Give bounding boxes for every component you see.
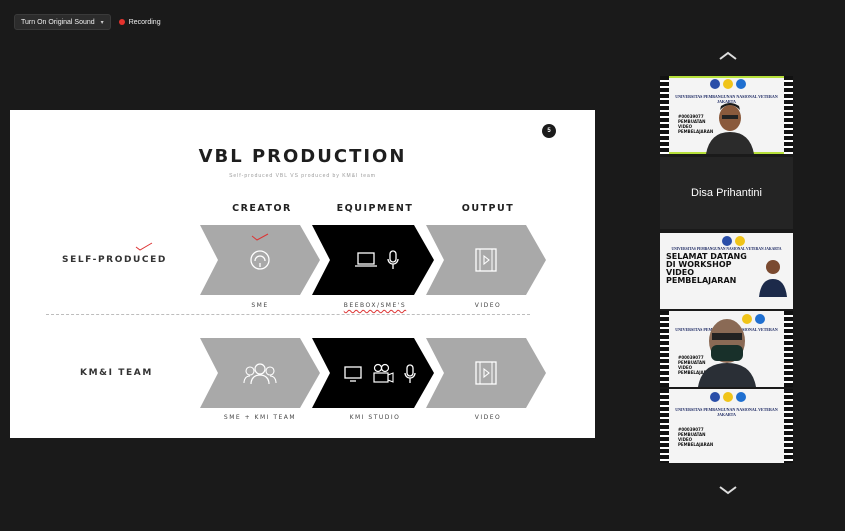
equipment-icon-group — [342, 245, 412, 275]
video-tile-speaker[interactable]: UNIVERSITAS PEMBANGUNAN NASIONAL VETERAN… — [660, 76, 793, 154]
top-bar: Turn On Original Sound ▾ Recording — [14, 14, 161, 30]
slide-subtitle: Self-produced VBL VS produced by KM&I te… — [229, 173, 376, 179]
chevron-up-icon[interactable] — [713, 48, 743, 64]
row-divider — [46, 314, 530, 315]
film-strip-right — [784, 76, 793, 154]
studio-icon-group — [340, 360, 420, 388]
output-icon-group — [466, 245, 506, 275]
participant-name-tile[interactable]: Disa Prihantini — [660, 157, 793, 229]
checkmark-annotation-icon — [251, 233, 269, 241]
logo-icon — [710, 392, 720, 402]
recording-indicator: Recording — [118, 18, 161, 26]
logo-icon — [710, 79, 720, 89]
row-label-kmi-team: KM&I TEAM — [80, 368, 153, 378]
tile-university: UNIVERSITAS PEMBANGUNAN NASIONAL VETERAN… — [675, 407, 778, 417]
original-sound-label: Turn On Original Sound — [21, 18, 95, 26]
team-people-icon — [243, 363, 277, 385]
logo-group — [710, 392, 746, 402]
original-sound-button[interactable]: Turn On Original Sound ▾ — [14, 14, 111, 30]
caption-beebox: BEEBOX/SME'S — [343, 302, 407, 309]
video-file-icon — [475, 248, 497, 272]
video-tile-slide[interactable]: UNIVERSITAS PEMBANGUNAN NASIONAL VETERAN… — [660, 389, 793, 463]
logo-group — [722, 236, 745, 246]
slide-title: VBL PRODUCTION — [198, 146, 407, 167]
record-dot-icon — [118, 19, 125, 25]
chevron-down-icon[interactable] — [713, 482, 743, 498]
caption-video-kmi: VIDEO — [474, 414, 502, 421]
output-icon-group-kmi — [466, 358, 506, 388]
checkmark-annotation-icon — [135, 242, 153, 251]
row-label-self-produced: SELF-PRODUCED — [62, 255, 167, 265]
microphone-icon — [387, 250, 399, 269]
caption-video-self: VIDEO — [474, 302, 502, 309]
column-header-equipment: EQUIPMENT — [336, 203, 414, 214]
film-strip-left — [660, 311, 669, 387]
film-strip-left — [660, 76, 669, 154]
slide-number: 5 — [542, 124, 556, 138]
shared-screen-slide: 5 VBL PRODUCTION Self-produced VBL VS pr… — [10, 110, 595, 438]
microphone-icon — [404, 364, 416, 383]
logo-icon — [722, 236, 732, 246]
column-header-creator: CREATOR — [232, 203, 292, 214]
participant-video — [698, 319, 756, 387]
logo-icon — [723, 392, 733, 402]
tile-university: UNIVERSITAS PEMBANGUNAN NASIONAL VETERAN… — [671, 247, 782, 251]
video-tile-masked[interactable]: UNIVERSITAS PEMBANGUNAN NASIONAL VETERAN… — [660, 311, 793, 387]
logo-group — [710, 79, 746, 89]
monitor-icon — [344, 366, 362, 382]
caption-sme: SME — [251, 302, 269, 309]
film-strip-right — [784, 311, 793, 387]
laptop-icon — [355, 252, 377, 267]
team-icon-group — [236, 360, 284, 388]
logo-icon — [736, 79, 746, 89]
caption-sme-kmi: SME + KMI TEAM — [223, 414, 297, 421]
caption-kmi-studio: KMI STUDIO — [349, 414, 401, 421]
chevron-down-icon[interactable]: ▾ — [101, 19, 104, 26]
creator-icon-group — [240, 245, 280, 275]
logo-icon — [735, 236, 745, 246]
headset-person-icon — [250, 250, 270, 270]
welcome-title: SELAMAT DATANG DI WORKSHOP VIDEO PEMBELA… — [666, 252, 747, 285]
presenter-photo — [759, 260, 787, 297]
film-strip-left — [660, 389, 669, 463]
logo-icon — [736, 392, 746, 402]
film-strip-right — [784, 389, 793, 463]
column-header-output: OUTPUT — [461, 203, 515, 214]
recording-label: Recording — [128, 18, 161, 26]
logo-icon — [723, 79, 733, 89]
tile-workshop-text: #00039077 PEMBUATAN VIDEO PEMBELAJARAN — [678, 427, 714, 447]
video-file-icon — [475, 361, 497, 385]
participant-video — [706, 103, 754, 154]
video-camera-icon — [373, 363, 394, 383]
video-tile-welcome[interactable]: UNIVERSITAS PEMBANGUNAN NASIONAL VETERAN… — [660, 233, 793, 309]
